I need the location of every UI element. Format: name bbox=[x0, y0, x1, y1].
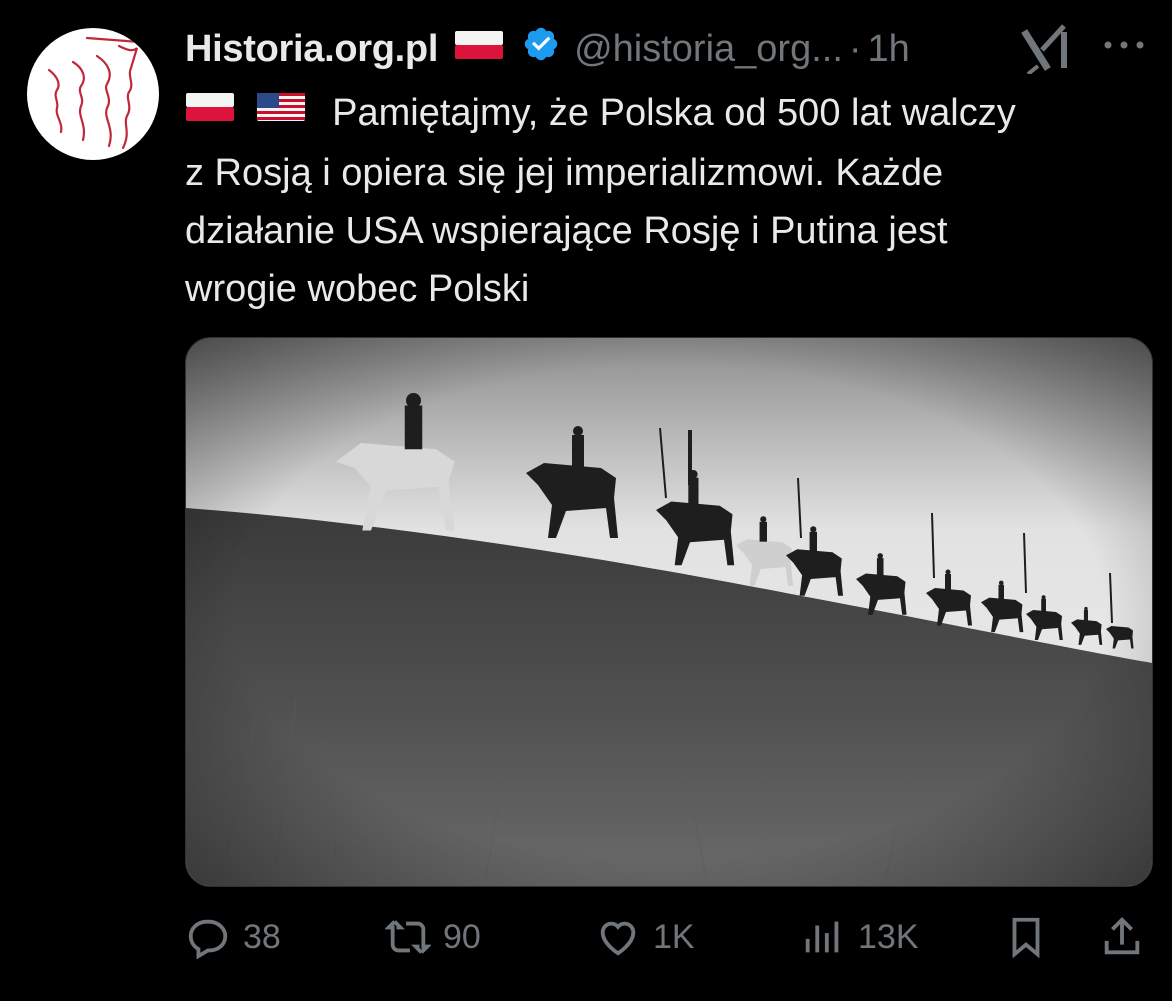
like-count: 1K bbox=[653, 917, 695, 956]
cavalry-photo bbox=[186, 338, 1152, 886]
like-icon bbox=[600, 921, 636, 956]
repost-button[interactable]: 90 bbox=[385, 905, 481, 969]
author-handle[interactable]: @historia_org... bbox=[574, 28, 843, 71]
tweet-media-photo[interactable] bbox=[185, 337, 1153, 887]
grok-icon[interactable] bbox=[1020, 22, 1076, 76]
tweet-text-line1: Pamiętajmy, że Polska od 500 lat walczy bbox=[332, 92, 1016, 134]
timestamp[interactable]: 1h bbox=[868, 28, 910, 71]
poland-flag-icon bbox=[185, 83, 235, 141]
tweet-header: Historia.org.pl @historia_org... · 1h bbox=[185, 22, 1085, 76]
views-button[interactable]: 13K bbox=[800, 905, 919, 969]
tweet-text-line3: działanie USA wspierające Rosję i Putina… bbox=[185, 209, 948, 252]
views-icon bbox=[805, 921, 839, 953]
tweet-text-line: Pamiętajmy, że Polska od 500 lat walczy bbox=[185, 84, 1145, 144]
action-bar: 38 90 1K 13K bbox=[185, 905, 1150, 969]
share-button[interactable] bbox=[1099, 905, 1145, 969]
usa-flag-icon bbox=[256, 83, 306, 141]
separator-dot: · bbox=[848, 27, 862, 70]
reply-button[interactable]: 38 bbox=[185, 905, 281, 969]
poland-flag-icon bbox=[454, 28, 504, 71]
views-count: 13K bbox=[858, 917, 919, 956]
avatar-logo bbox=[47, 36, 141, 150]
tweet-text-line4: wrogie wobec Polski bbox=[185, 267, 530, 310]
tweet-text: Pamiętajmy, że Polska od 500 lat walczy … bbox=[185, 84, 1145, 318]
more-icon[interactable] bbox=[1100, 32, 1150, 62]
author-name[interactable]: Historia.org.pl bbox=[185, 28, 438, 71]
bookmark-button[interactable] bbox=[1003, 905, 1049, 969]
share-icon bbox=[1104, 917, 1140, 955]
reply-icon bbox=[188, 919, 228, 960]
tweet-text-line2: z Rosją i opiera się jej imperializmowi.… bbox=[185, 151, 944, 194]
verified-icon[interactable] bbox=[522, 25, 560, 73]
repost-count: 90 bbox=[443, 917, 481, 956]
avatar[interactable] bbox=[27, 28, 159, 160]
repost-icon bbox=[385, 920, 431, 954]
reply-count: 38 bbox=[243, 917, 281, 956]
bookmark-icon bbox=[1012, 917, 1040, 959]
like-button[interactable]: 1K bbox=[595, 905, 695, 969]
